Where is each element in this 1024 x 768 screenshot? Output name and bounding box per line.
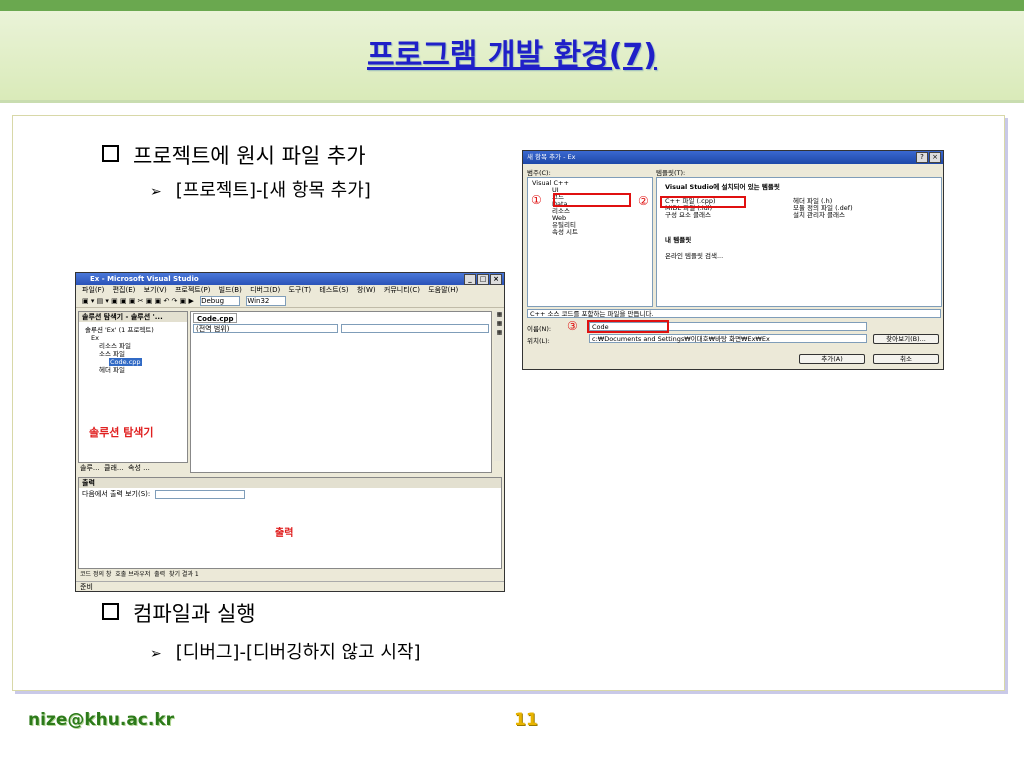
tab-code-cpp[interactable]: Code.cpp	[193, 313, 237, 323]
mark-one: ①	[531, 193, 542, 207]
member-select[interactable]	[341, 324, 489, 333]
output-tabs: 코드 정의 창 호출 브라우저 출력 찾기 결과 1	[80, 570, 199, 579]
close-icon[interactable]: ×	[929, 152, 941, 163]
tree-project[interactable]: Ex	[85, 334, 154, 342]
bullet-text: 프로젝트에 원시 파일 추가	[133, 144, 366, 168]
category-visual-cpp[interactable]: Visual C++	[532, 180, 648, 187]
mark-three: ③	[567, 319, 578, 333]
category-label: 범주(C):	[527, 169, 551, 177]
solution-explorer-pane: 솔루션 탐색기 - 솔루션 '... 솔루션 'Ex' (1 프로젝트) Ex …	[78, 311, 188, 463]
bullet-add-source: 프로젝트에 원시 파일 추가	[102, 140, 366, 170]
editor-pane[interactable]: Code.cpp (전역 범위)	[190, 311, 492, 473]
maximize-icon[interactable]: □	[477, 274, 489, 285]
footer-email: nize@khu.ac.kr	[28, 710, 175, 730]
arrow-bullet-icon: ➢	[150, 646, 162, 662]
header-divider	[0, 100, 1024, 103]
solution-explorer-header: 솔루션 탐색기 - 솔루션 '...	[79, 312, 187, 322]
tab-solution[interactable]: 솔루...	[80, 464, 100, 472]
tab-properties[interactable]: 속성 ...	[128, 464, 150, 472]
sub-bullet-start-without-debug: ➢ [디버그]-[디버깅하지 않고 시작]	[150, 638, 420, 664]
tree-solution[interactable]: 솔루션 'Ex' (1 프로젝트)	[85, 326, 154, 334]
highlight-name-input	[587, 320, 669, 333]
menu-window[interactable]: 창(W)	[357, 286, 376, 294]
add-new-item-dialog: 새 항목 추가 - Ex ? × 범주(C): 템플릿(T): Visual C+…	[522, 150, 944, 370]
side-tabs[interactable]: ▦ ▦ ▦	[494, 311, 503, 461]
menu-community[interactable]: 커뮤니티(C)	[384, 286, 420, 294]
status-bar: 준비	[76, 581, 504, 591]
minimize-icon[interactable]: _	[464, 274, 476, 285]
vs-title: Ex - Microsoft Visual Studio	[90, 275, 199, 283]
scope-select[interactable]: (전역 범위)	[193, 324, 338, 333]
slide-title: 프로그램 개발 환경(7)	[367, 38, 657, 73]
location-input[interactable]: c:₩Documents and Settings₩이대호₩바탕 화면₩Ex₩E…	[589, 334, 867, 343]
vs-menu-bar: 파일(F) 편집(E) 보기(V) 프로젝트(P) 빌드(B) 디버그(D) 도…	[76, 285, 504, 296]
tab-find-results[interactable]: 찾기 결과 1	[169, 571, 199, 578]
category-resource[interactable]: 리소스	[532, 208, 648, 215]
close-icon[interactable]: ×	[490, 274, 502, 285]
menu-help[interactable]: 도움말(H)	[428, 286, 458, 294]
vs-title-bar: Ex - Microsoft Visual Studio _ □ ×	[76, 273, 504, 285]
checkbox-bullet-icon	[102, 145, 119, 162]
highlight-cpp-template	[660, 196, 746, 208]
toolbar-icons[interactable]: ▣ ▾ ▤ ▾ ▣ ▣ ▣ ✂ ▣ ▣ ↶ ↷ ▣ ▶	[82, 297, 194, 305]
template-label: 템플릿(T):	[656, 169, 686, 177]
menu-tools[interactable]: 도구(T)	[288, 286, 311, 294]
menu-build[interactable]: 빌드(B)	[219, 286, 242, 294]
tree-code-cpp[interactable]: Code.cpp	[109, 358, 142, 366]
sub-bullet-text: [프로젝트]-[새 항목 추가]	[175, 180, 371, 201]
solution-explorer-label: 솔루션 탐색기	[89, 426, 154, 439]
my-templates-header: 내 템플릿	[665, 236, 692, 244]
location-label: 위치(L):	[527, 337, 550, 345]
tab-code-definition[interactable]: 코드 정의 창	[80, 571, 111, 578]
tree-source-files[interactable]: 소스 파일	[85, 350, 154, 358]
output-header: 출력	[79, 478, 501, 488]
menu-debug[interactable]: 디버그(D)	[250, 286, 280, 294]
tree-header-files[interactable]: 헤더 파일	[85, 366, 154, 374]
menu-project[interactable]: 프로젝트(P)	[175, 286, 210, 294]
category-utility[interactable]: 유틸리티	[532, 222, 648, 229]
sub-bullet-text: [디버그]-[디버깅하지 않고 시작]	[175, 642, 421, 663]
tree-resource-files[interactable]: 리소스 파일	[85, 342, 154, 350]
output-source-select[interactable]	[155, 490, 245, 499]
add-button[interactable]: 추가(A)	[799, 354, 865, 364]
arrow-bullet-icon: ➢	[150, 184, 162, 200]
bullet-text: 컴파일과 실행	[133, 602, 256, 626]
menu-file[interactable]: 파일(F)	[82, 286, 104, 294]
template-installer-class[interactable]: 설치 관리자 클래스	[793, 212, 853, 219]
category-property-sheet[interactable]: 속성 시트	[532, 229, 648, 236]
menu-edit[interactable]: 편집(E)	[113, 286, 136, 294]
visual-studio-window: Ex - Microsoft Visual Studio _ □ × 파일(F) 편…	[75, 272, 505, 592]
solution-tree: 솔루션 'Ex' (1 프로젝트) Ex 리소스 파일 소스 파일 Code.c…	[85, 326, 154, 374]
highlight-code-category	[553, 193, 631, 207]
explorer-tabs: 솔루... 클래... 속성 ...	[80, 464, 150, 473]
help-icon[interactable]: ?	[916, 152, 928, 163]
output-label: 출력	[275, 528, 294, 539]
config-select[interactable]: Debug	[200, 296, 241, 306]
output-pane: 출력 다음에서 출력 보기(S): 출력	[78, 477, 502, 569]
menu-view[interactable]: 보기(V)	[144, 286, 167, 294]
vs-toolbar: ▣ ▾ ▤ ▾ ▣ ▣ ▣ ✂ ▣ ▣ ↶ ↷ ▣ ▶ Debug Win32	[76, 296, 504, 308]
menu-test[interactable]: 테스트(S)	[319, 286, 348, 294]
platform-select[interactable]: Win32	[246, 296, 287, 306]
description-box: C++ 소스 코드를 포함하는 파일을 만듭니다.	[527, 309, 941, 318]
dialog-title-bar: 새 항목 추가 - Ex ? ×	[523, 151, 943, 164]
sub-bullet-add-item: ➢ [프로젝트]-[새 항목 추가]	[150, 176, 371, 202]
name-label: 이름(N):	[527, 325, 552, 333]
page-number: 11	[514, 710, 538, 730]
output-show-label: 다음에서 출력 보기(S):	[82, 490, 151, 498]
bullet-compile-run: 컴파일과 실행	[102, 598, 256, 628]
template-component-class[interactable]: 구성 요소 클래스	[665, 212, 716, 219]
installed-templates-header: Visual Studio에 설치되어 있는 템플릿	[665, 183, 780, 191]
checkbox-bullet-icon	[102, 603, 119, 620]
cancel-button[interactable]: 취소	[873, 354, 939, 364]
browse-button[interactable]: 찾아보기(B)...	[873, 334, 939, 344]
online-templates-search[interactable]: 온라인 템플릿 검색...	[665, 250, 723, 260]
category-web[interactable]: Web	[532, 215, 648, 222]
tab-call-browser[interactable]: 호출 브라우저	[115, 571, 150, 578]
tab-class[interactable]: 클래...	[104, 464, 124, 472]
mark-two: ②	[638, 194, 649, 208]
dialog-title: 새 항목 추가 - Ex	[527, 153, 576, 161]
tab-output[interactable]: 출력	[154, 571, 165, 578]
